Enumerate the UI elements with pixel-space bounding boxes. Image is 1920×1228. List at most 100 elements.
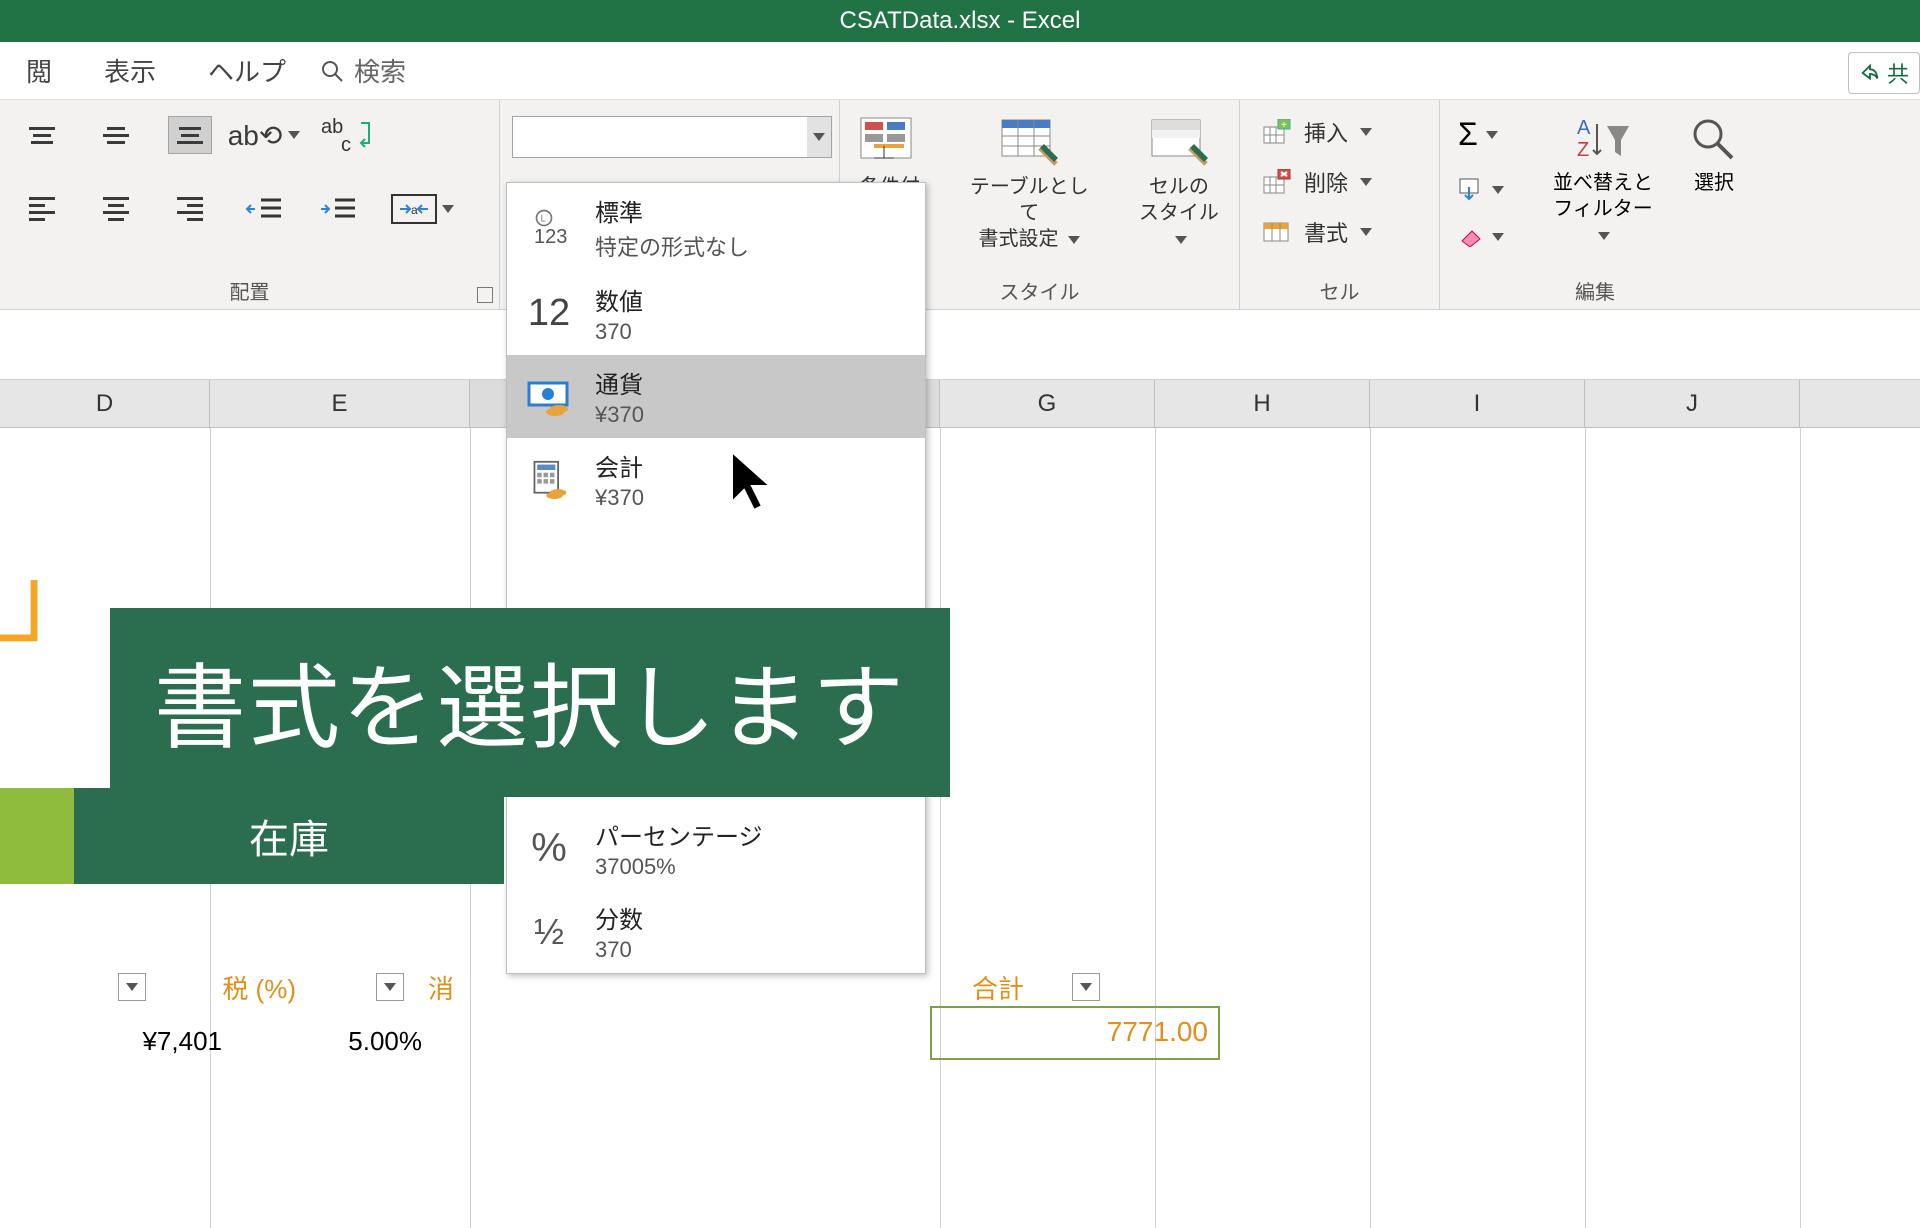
mouse-cursor xyxy=(728,448,786,518)
search-label: 検索 xyxy=(354,52,406,89)
number-format-dropdown: L123 標準特定の形式なし 12 数値370 通貨¥370 会計 ¥370 L… xyxy=(506,182,926,974)
svg-text:+: + xyxy=(1281,120,1287,131)
group-editing: Σ AZ 並べ替えと フィルター 選択 編集 xyxy=(1440,100,1750,309)
delete-cells-button[interactable]: 削除 xyxy=(1262,166,1427,198)
sort-filter-icon: AZ xyxy=(1575,116,1631,164)
percent-icon: % xyxy=(521,824,577,874)
cell-styles-icon xyxy=(1148,116,1210,168)
tab-review[interactable]: 閲 xyxy=(0,52,78,89)
svg-text:a: a xyxy=(411,203,418,217)
increase-indent-icon xyxy=(319,194,357,224)
svg-text:123: 123 xyxy=(534,226,567,248)
amount-cell[interactable]: ¥7,401 xyxy=(0,1026,240,1057)
sum-header: 合計 xyxy=(942,969,1032,1006)
col-header-i[interactable]: I xyxy=(1370,380,1585,427)
number-icon: 12 xyxy=(521,289,577,339)
clear-button[interactable] xyxy=(1458,227,1504,247)
svg-text:L: L xyxy=(541,213,546,223)
ribbon: ab⟲ ab c xyxy=(0,100,1920,310)
col-header-d[interactable]: D xyxy=(0,380,210,427)
decrease-indent-button[interactable] xyxy=(242,190,286,228)
currency-icon xyxy=(521,372,577,422)
editing-group-label: 編集 xyxy=(1452,270,1738,305)
fraction-icon: ½ xyxy=(521,907,577,957)
tax-header: 税 (%) xyxy=(154,969,304,1006)
col-header-g[interactable]: G xyxy=(940,380,1155,427)
stock-button[interactable]: 在庫 xyxy=(74,788,504,884)
insert-cells-button[interactable]: + 挿入 xyxy=(1262,116,1427,148)
svg-text:ab: ab xyxy=(321,116,343,138)
wrap-text-button[interactable]: ab c xyxy=(316,116,380,154)
format-percentage-item[interactable]: % パーセンテージ37005% xyxy=(507,807,925,890)
window-title: CSATData.xlsx - Excel xyxy=(840,7,1081,35)
share-icon xyxy=(1859,62,1881,84)
tax-cell[interactable]: 5.00% xyxy=(240,1026,440,1057)
orientation-button[interactable]: ab⟲ xyxy=(242,116,286,154)
column-headers: D E G H I J xyxy=(0,380,1920,428)
format-general-item[interactable]: L123 標準特定の形式なし xyxy=(507,183,925,272)
partial-graphic: ┘ xyxy=(0,580,44,690)
align-middle-button[interactable] xyxy=(94,116,138,154)
find-icon xyxy=(1690,116,1738,164)
col-header-j[interactable]: J xyxy=(1585,380,1800,427)
tell-me-search[interactable]: 検索 xyxy=(312,52,406,89)
wrap-text-icon: ab c xyxy=(321,115,375,155)
cells-group-label: セル xyxy=(1252,270,1427,305)
decrease-indent-icon xyxy=(245,194,283,224)
title-bar: CSATData.xlsx - Excel xyxy=(0,0,1920,42)
share-button[interactable]: 共 xyxy=(1848,52,1920,94)
svg-text:A: A xyxy=(1577,117,1591,139)
align-left-button[interactable] xyxy=(20,190,64,228)
filter-button-1[interactable] xyxy=(118,973,146,1001)
eraser-icon xyxy=(1458,227,1484,247)
number-format-combo[interactable] xyxy=(512,116,832,158)
menu-bar: 閲 表示 ヘルプ 検索 共 xyxy=(0,42,1920,100)
group-alignment: ab⟲ ab c xyxy=(0,100,500,309)
col-header-h[interactable]: H xyxy=(1155,380,1370,427)
conditional-format-icon xyxy=(859,116,921,168)
fill-button[interactable] xyxy=(1458,177,1504,203)
filter-button-2[interactable] xyxy=(376,973,404,1001)
format-as-table-label: テーブルとして 書式設定 xyxy=(964,174,1095,252)
sum-cell[interactable]: 7771.00 xyxy=(1038,1016,1208,1048)
insert-icon: + xyxy=(1262,119,1292,145)
format-cells-button[interactable]: 書式 xyxy=(1262,216,1427,248)
align-right-button[interactable] xyxy=(168,190,212,228)
merge-icon: a xyxy=(390,193,438,225)
consume-header: 消 xyxy=(412,969,462,1006)
autosum-button[interactable]: Σ xyxy=(1458,116,1504,153)
accounting-icon xyxy=(521,455,577,505)
format-currency-item[interactable]: 通貨¥370 xyxy=(507,355,925,438)
cell-styles-label: セルの スタイル xyxy=(1131,174,1227,252)
increase-indent-button[interactable] xyxy=(316,190,360,228)
format-fraction-item[interactable]: ½ 分数370 xyxy=(507,890,925,973)
format-number-item[interactable]: 12 数値370 xyxy=(507,272,925,355)
delete-icon xyxy=(1262,169,1292,195)
sort-filter-button[interactable]: AZ 並べ替えと フィルター xyxy=(1544,116,1662,248)
group-cells: + 挿入 削除 書式 セル xyxy=(1240,100,1440,309)
merge-center-button[interactable]: a xyxy=(390,190,454,228)
general-icon: L 123 xyxy=(521,203,577,253)
format-icon xyxy=(1262,219,1292,245)
cell-styles-button[interactable]: セルの スタイル xyxy=(1131,116,1227,252)
filter-button-3[interactable] xyxy=(1072,973,1100,1001)
table-format-icon xyxy=(998,116,1060,168)
align-center-button[interactable] xyxy=(94,190,138,228)
tab-view[interactable]: 表示 xyxy=(78,52,182,89)
tab-help[interactable]: ヘルプ xyxy=(182,52,312,89)
green-accent-bar xyxy=(0,788,74,884)
instruction-overlay: 書式を選択します xyxy=(110,608,950,797)
align-top-button[interactable] xyxy=(20,116,64,154)
alignment-dialog-launcher[interactable] xyxy=(477,287,493,303)
align-bottom-button[interactable] xyxy=(168,116,212,154)
svg-text:c: c xyxy=(341,134,351,155)
find-select-button[interactable]: 選択 xyxy=(1690,116,1738,196)
alignment-group-label: 配置 xyxy=(12,270,487,305)
search-icon xyxy=(320,59,344,83)
svg-text:Z: Z xyxy=(1577,139,1589,161)
col-header-e[interactable]: E xyxy=(210,380,470,427)
format-accounting-item[interactable]: 会計 ¥370 xyxy=(507,438,925,521)
format-as-table-button[interactable]: テーブルとして 書式設定 xyxy=(964,116,1095,252)
number-format-caret[interactable] xyxy=(807,117,831,157)
fill-icon xyxy=(1458,177,1484,203)
